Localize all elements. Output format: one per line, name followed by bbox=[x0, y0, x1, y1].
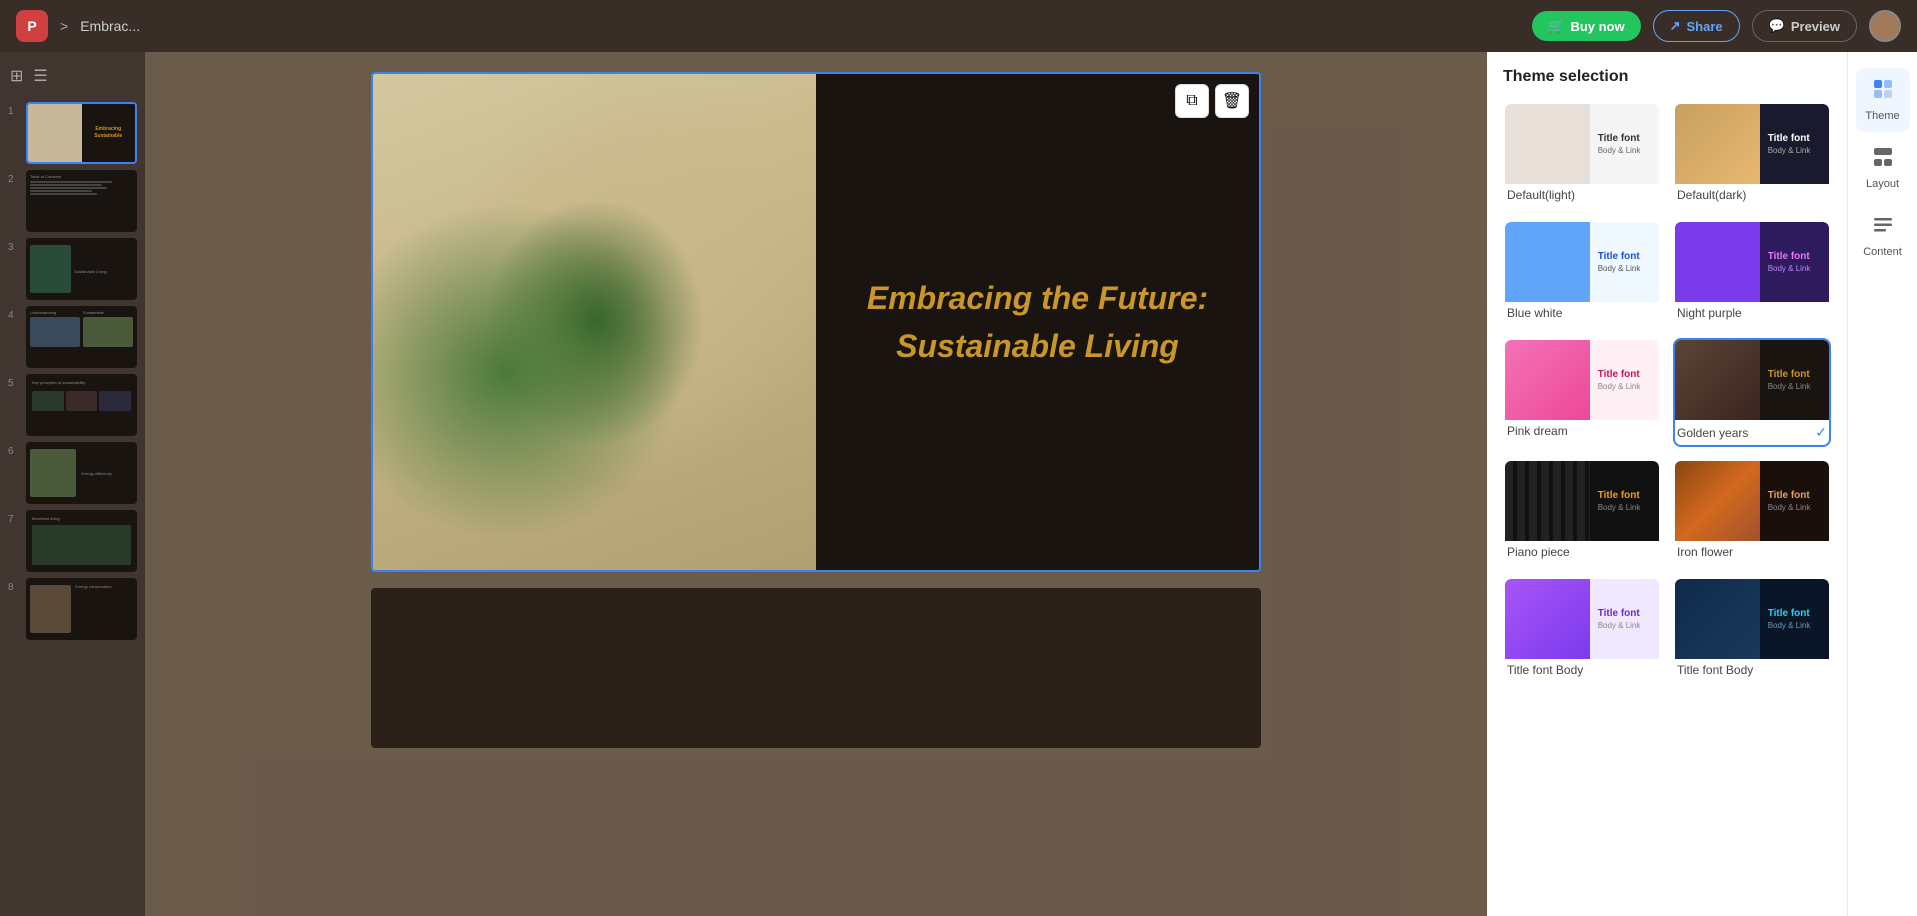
slide-thumbnail-3[interactable]: Sustainable Living bbox=[26, 238, 137, 300]
copy-icon: ⧉ bbox=[1186, 92, 1197, 110]
theme-item-default-light[interactable]: Title font Body & Link Default(light) bbox=[1503, 102, 1661, 208]
slide-thumbnail-list: 1 EmbracingSustainable 2 Table of Conten… bbox=[8, 102, 137, 640]
theme-body-text: Body & Link bbox=[1598, 382, 1651, 391]
theme-name-label: Piano piece bbox=[1507, 545, 1570, 559]
app-logo: P bbox=[16, 10, 48, 42]
slide-thumbnail-6[interactable]: Energy efficiency bbox=[26, 442, 137, 504]
topbar: P > Embrac... 🛒 Buy now ↗ Share 💬 Previe… bbox=[0, 0, 1917, 52]
theme-icon bbox=[1872, 78, 1894, 106]
canvas-area: ⧉ 🗑 Embracing the Future: Sustainable Li… bbox=[145, 52, 1487, 916]
theme-selected-check: ✓ bbox=[1815, 424, 1827, 441]
slide-thumb-item: 7 Beneficial living bbox=[8, 510, 137, 572]
theme-name-label: Blue white bbox=[1507, 306, 1562, 320]
theme-title-text: Title font bbox=[1768, 369, 1821, 380]
theme-title-text: Title font bbox=[1768, 608, 1821, 619]
slide-thumb-item: 8 Energy conservation bbox=[8, 578, 137, 640]
slide-thumbnail-4[interactable]: Understanding Sustainable bbox=[26, 306, 137, 368]
theme-title-text: Title font bbox=[1598, 369, 1651, 380]
theme-title-text: Title font bbox=[1768, 133, 1821, 144]
theme-body-text: Body & Link bbox=[1598, 264, 1651, 273]
theme-grid: Title font Body & Link Default(light) Ti… bbox=[1503, 102, 1831, 683]
theme-item-10[interactable]: Title font Body & Link Title font Body bbox=[1673, 577, 1831, 683]
theme-body-text: Body & Link bbox=[1768, 382, 1821, 391]
list-view-icon[interactable]: ☰ bbox=[33, 66, 47, 86]
slide-text-area: Embracing the Future: Sustainable Living bbox=[816, 74, 1259, 570]
breadcrumb-title: Embrac... bbox=[80, 18, 140, 34]
theme-item-default-dark[interactable]: Title font Body & Link Default(dark) bbox=[1673, 102, 1831, 208]
theme-item-blue-white[interactable]: Title font Body & Link Blue white bbox=[1503, 220, 1661, 326]
layout-button-label: Layout bbox=[1866, 178, 1899, 190]
next-slide-preview[interactable] bbox=[371, 588, 1261, 748]
slide-thumb-item: 1 EmbracingSustainable bbox=[8, 102, 137, 164]
theme-name-label: Title font Body bbox=[1507, 663, 1583, 677]
theme-name-label: Pink dream bbox=[1507, 424, 1568, 438]
layout-icon-button[interactable]: Layout bbox=[1856, 136, 1910, 200]
theme-button-label: Theme bbox=[1865, 110, 1899, 122]
preview-icon: 💬 bbox=[1769, 18, 1785, 34]
theme-name-label: Iron flower bbox=[1677, 545, 1733, 559]
share-button[interactable]: ↗ Share bbox=[1653, 10, 1740, 42]
theme-body-text: Body & Link bbox=[1768, 264, 1821, 273]
right-icon-bar: Theme Layout Content bbox=[1847, 52, 1917, 916]
theme-title-text: Title font bbox=[1598, 251, 1651, 262]
slide-image-area bbox=[373, 74, 816, 570]
slide-thumb-item: 3 Sustainable Living bbox=[8, 238, 137, 300]
theme-body-text: Body & Link bbox=[1768, 503, 1821, 512]
main-area: ⊞ ☰ 1 EmbracingSustainable 2 Table bbox=[0, 52, 1917, 916]
grid-view-icon[interactable]: ⊞ bbox=[10, 66, 23, 86]
theme-item-night-purple[interactable]: Title font Body & Link Night purple bbox=[1673, 220, 1831, 326]
copy-slide-button[interactable]: ⧉ bbox=[1175, 84, 1209, 118]
theme-panel-title: Theme selection bbox=[1503, 68, 1831, 86]
avatar[interactable] bbox=[1869, 10, 1901, 42]
theme-body-text: Body & Link bbox=[1768, 146, 1821, 155]
canvas-toolbar: ⧉ 🗑 bbox=[1175, 84, 1249, 118]
theme-body-text: Body & Link bbox=[1598, 621, 1651, 630]
theme-item-golden-years[interactable]: Title font Body & Link Golden years ✓ bbox=[1673, 338, 1831, 447]
main-slide-canvas: ⧉ 🗑 Embracing the Future: Sustainable Li… bbox=[371, 72, 1261, 572]
theme-body-text: Body & Link bbox=[1768, 621, 1821, 630]
theme-title-text: Title font bbox=[1768, 490, 1821, 501]
theme-title-text: Title font bbox=[1768, 251, 1821, 262]
trash-icon: 🗑 bbox=[1222, 91, 1242, 111]
theme-item-piano-piece[interactable]: Title font Body & Link Piano piece bbox=[1503, 459, 1661, 565]
theme-icon-button[interactable]: Theme bbox=[1856, 68, 1910, 132]
theme-title-text: Title font bbox=[1598, 133, 1651, 144]
theme-name-label: Default(light) bbox=[1507, 188, 1575, 202]
slide-panel: ⊞ ☰ 1 EmbracingSustainable 2 Table bbox=[0, 52, 145, 916]
theme-name-label: Night purple bbox=[1677, 306, 1742, 320]
slide-thumbnail-8[interactable]: Energy conservation bbox=[26, 578, 137, 640]
content-button-label: Content bbox=[1863, 246, 1902, 258]
theme-body-text: Body & Link bbox=[1598, 146, 1651, 155]
theme-title-text: Title font bbox=[1598, 490, 1651, 501]
slide-thumbnail-1[interactable]: EmbracingSustainable bbox=[26, 102, 137, 164]
slide-thumb-item: 6 Energy efficiency bbox=[8, 442, 137, 504]
content-icon bbox=[1872, 214, 1894, 242]
breadcrumb-separator: > bbox=[60, 18, 68, 34]
cart-icon: 🛒 bbox=[1548, 18, 1564, 34]
theme-title-text: Title font bbox=[1598, 608, 1651, 619]
slide-content: Embracing the Future: Sustainable Living bbox=[373, 74, 1259, 570]
theme-item-9[interactable]: Title font Body & Link Title font Body bbox=[1503, 577, 1661, 683]
theme-name-label: Default(dark) bbox=[1677, 188, 1746, 202]
slide-thumbnail-5[interactable]: Key principles of sustainability bbox=[26, 374, 137, 436]
slide-title: Embracing the Future: Sustainable Living bbox=[867, 274, 1208, 370]
theme-name-label: Title font Body bbox=[1677, 663, 1753, 677]
content-icon-button[interactable]: Content bbox=[1856, 204, 1910, 268]
theme-panel: Theme selection Title font Body & Link D… bbox=[1487, 52, 1847, 916]
share-icon: ↗ bbox=[1670, 18, 1681, 34]
buy-now-button[interactable]: 🛒 Buy now bbox=[1532, 11, 1640, 41]
theme-name-label: Golden years bbox=[1677, 426, 1748, 440]
theme-body-text: Body & Link bbox=[1598, 503, 1651, 512]
delete-slide-button[interactable]: 🗑 bbox=[1215, 84, 1249, 118]
slide-panel-header: ⊞ ☰ bbox=[8, 62, 137, 94]
slide-thumb-item: 4 Understanding Sustainable bbox=[8, 306, 137, 368]
slide-thumb-item: 5 Key principles of sustainability bbox=[8, 374, 137, 436]
theme-item-iron-flower[interactable]: Title font Body & Link Iron flower bbox=[1673, 459, 1831, 565]
slide-thumb-item: 2 Table of Contents bbox=[8, 170, 137, 232]
slide-thumbnail-7[interactable]: Beneficial living bbox=[26, 510, 137, 572]
preview-button[interactable]: 💬 Preview bbox=[1752, 10, 1857, 42]
slide-thumbnail-2[interactable]: Table of Contents bbox=[26, 170, 137, 232]
layout-icon bbox=[1872, 146, 1894, 174]
theme-item-pink-dream[interactable]: Title font Body & Link Pink dream bbox=[1503, 338, 1661, 447]
